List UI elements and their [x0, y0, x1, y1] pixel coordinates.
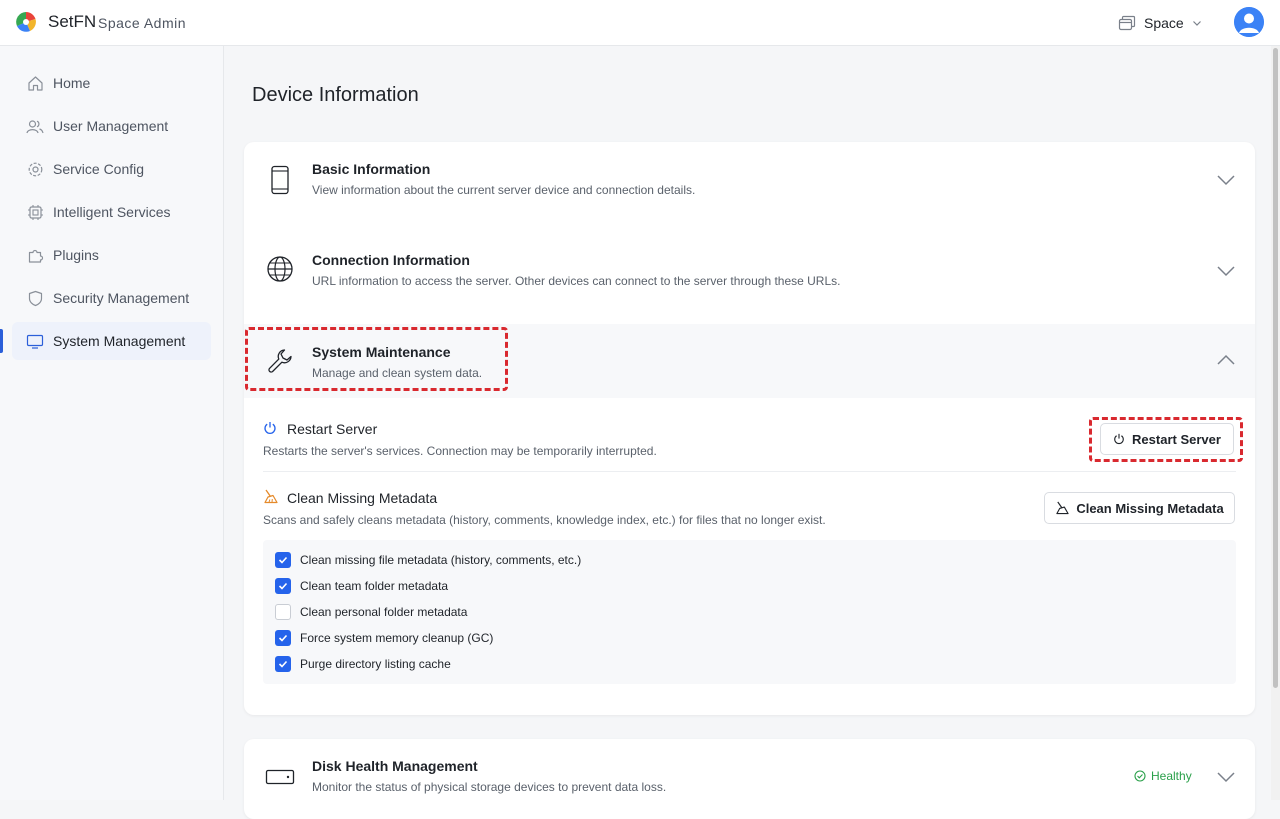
sidebar-item-label: System Management: [53, 333, 186, 349]
section-title: Basic Information: [312, 161, 431, 177]
connection-info-header[interactable]: Connection Information URL information t…: [244, 233, 1255, 309]
section-description: View information about the current serve…: [312, 183, 696, 197]
sidebar-item-label: Service Config: [53, 161, 145, 177]
restart-highlight-box: [1089, 417, 1243, 462]
checkbox-checked[interactable]: [275, 630, 291, 646]
button-label: Clean Missing Metadata: [1076, 500, 1224, 516]
gear-icon: [26, 160, 44, 178]
disk-health-card: Disk Health Management Monitor the statu…: [244, 739, 1255, 819]
space-label: Space: [1144, 15, 1184, 31]
checkbox-checked[interactable]: [275, 578, 291, 594]
chevron-up-icon[interactable]: [1214, 348, 1238, 372]
check-icon: [278, 634, 288, 642]
divider: [263, 471, 1236, 472]
device-info-card: Basic Information View information about…: [244, 142, 1255, 715]
section-description: URL information to access the server. Ot…: [312, 274, 841, 288]
app-logo-icon: [16, 12, 36, 32]
check-circle-icon: [1134, 770, 1146, 782]
section-title: Connection Information: [312, 252, 470, 268]
option-label: Clean personal folder metadata: [300, 605, 468, 619]
broom-icon: [264, 489, 278, 504]
sidebar-item-label: Security Management: [53, 290, 190, 306]
sidebar-item-plugins[interactable]: Plugins: [12, 236, 211, 274]
sidebar-item-label: Home: [53, 75, 91, 91]
health-status-badge: Healthy: [1134, 769, 1192, 783]
option-label: Clean missing file metadata (history, co…: [300, 553, 582, 567]
option-force-memory-cleanup[interactable]: Force system memory cleanup (GC): [275, 629, 493, 647]
app-subtitle: Space Admin: [98, 15, 186, 31]
option-label: Clean team folder metadata: [300, 579, 449, 593]
top-bar: SetFN Space Admin Space: [0, 0, 1280, 46]
option-label: Purge directory listing cache: [300, 657, 451, 671]
shield-icon: [26, 289, 44, 307]
sidebar-item-system-management[interactable]: System Management: [0, 322, 211, 360]
maintenance-highlight-box: [245, 327, 508, 391]
user-avatar[interactable]: [1234, 7, 1264, 37]
check-icon: [278, 556, 288, 564]
health-status-label: Healthy: [1151, 769, 1192, 783]
option-clean-team-folder-metadata[interactable]: Clean team folder metadata: [275, 577, 448, 595]
sidebar-item-security-management[interactable]: Security Management: [12, 279, 211, 317]
power-icon: [264, 422, 276, 434]
page-scrollbar[interactable]: [1271, 46, 1280, 800]
chevron-down-icon: [1192, 21, 1201, 26]
check-icon: [278, 582, 288, 590]
clean-missing-metadata-button[interactable]: Clean Missing Metadata: [1044, 492, 1235, 524]
space-switcher[interactable]: Space: [1118, 12, 1202, 34]
sidebar-item-user-management[interactable]: User Management: [12, 107, 211, 145]
section-description: Monitor the status of physical storage d…: [312, 780, 667, 794]
option-clean-missing-file-metadata[interactable]: Clean missing file metadata (history, co…: [275, 551, 581, 569]
home-icon: [26, 74, 44, 92]
globe-icon: [264, 253, 296, 285]
restart-server-title: Restart Server: [287, 421, 378, 437]
check-icon: [278, 660, 288, 668]
scrollbar-thumb[interactable]: [1273, 48, 1278, 688]
option-clean-personal-folder-metadata[interactable]: Clean personal folder metadata: [275, 603, 467, 621]
chevron-down-icon[interactable]: [1214, 259, 1238, 283]
sidebar-item-label: Plugins: [53, 247, 99, 263]
phone-icon: [264, 164, 296, 196]
restart-server-description: Restarts the server's services. Connecti…: [263, 444, 657, 458]
window-stack-icon: [1118, 15, 1136, 31]
clean-metadata-description: Scans and safely cleans metadata (histor…: [263, 513, 826, 527]
cleanup-options: Clean missing file metadata (history, co…: [263, 540, 1236, 684]
sidebar-item-label: User Management: [53, 118, 169, 134]
disk-health-header[interactable]: Disk Health Management Monitor the statu…: [244, 739, 1255, 815]
users-icon: [26, 117, 44, 135]
sidebar: Home User Management Service Config Inte…: [0, 46, 224, 800]
hard-drive-icon: [264, 761, 296, 793]
sidebar-item-intelligent-services[interactable]: Intelligent Services: [12, 193, 211, 231]
checkbox-checked[interactable]: [275, 552, 291, 568]
basic-info-header[interactable]: Basic Information View information about…: [244, 142, 1255, 218]
chevron-down-icon[interactable]: [1214, 168, 1238, 192]
chevron-down-icon[interactable]: [1214, 765, 1238, 789]
page-title: Device Information: [252, 84, 419, 106]
sidebar-item-home[interactable]: Home: [12, 64, 211, 102]
broom-icon: [1056, 501, 1069, 515]
option-purge-directory-cache[interactable]: Purge directory listing cache: [275, 655, 451, 673]
checkbox-checked[interactable]: [275, 656, 291, 672]
brand-name: SetFN: [48, 12, 97, 31]
chip-icon: [26, 203, 44, 221]
sidebar-item-label: Intelligent Services: [53, 204, 171, 220]
checkbox-unchecked[interactable]: [275, 604, 291, 620]
clean-metadata-title: Clean Missing Metadata: [287, 490, 438, 506]
puzzle-icon: [26, 246, 44, 264]
user-icon: [1234, 7, 1264, 37]
option-label: Force system memory cleanup (GC): [300, 631, 494, 645]
section-title: Disk Health Management: [312, 758, 478, 774]
monitor-icon: [26, 332, 44, 350]
sidebar-item-service-config[interactable]: Service Config: [12, 150, 211, 188]
